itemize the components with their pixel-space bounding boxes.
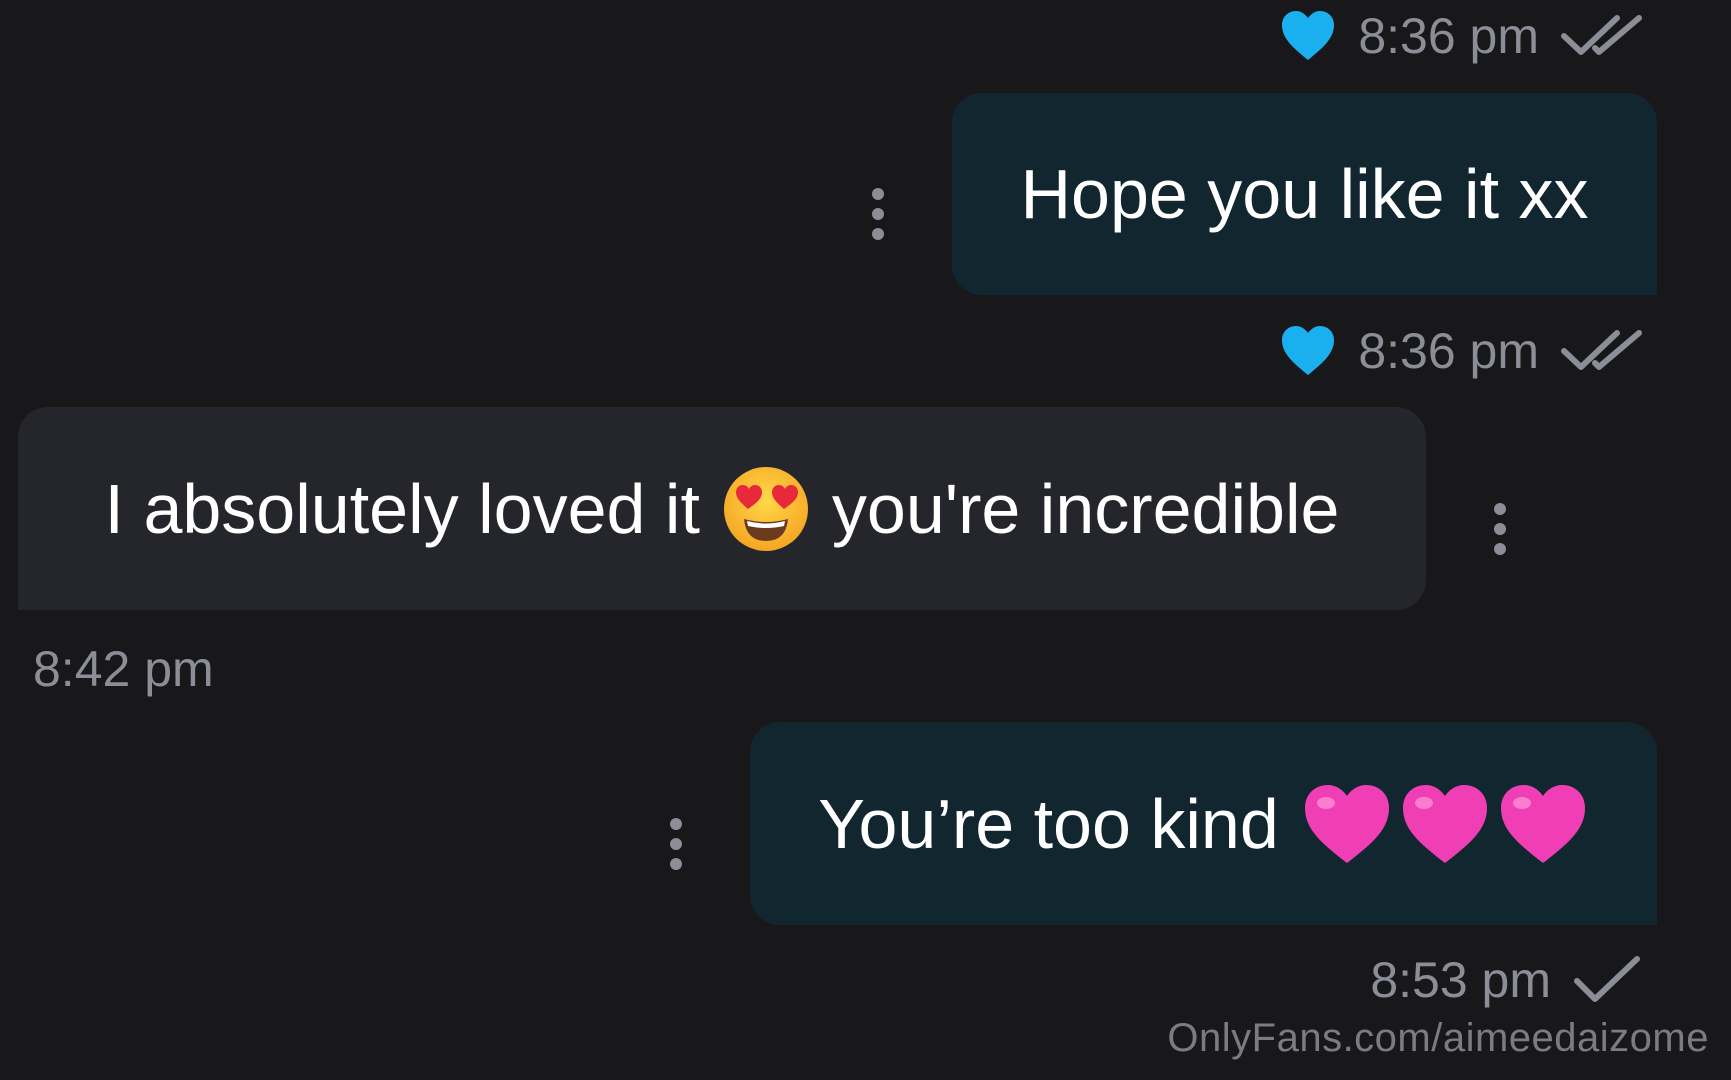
message-time: 8:36 pm bbox=[1358, 8, 1539, 64]
kebab-dot bbox=[670, 858, 682, 870]
watermark: OnlyFans.com/aimeedaizome bbox=[1167, 1016, 1709, 1060]
message-time: 8:53 pm bbox=[1370, 952, 1551, 1008]
outgoing-message-bubble[interactable]: Hope you like it xx bbox=[952, 93, 1657, 295]
kebab-dot bbox=[872, 188, 884, 200]
message-time: 8:42 pm bbox=[33, 641, 214, 697]
kebab-dot bbox=[670, 838, 682, 850]
kebab-dot bbox=[872, 228, 884, 240]
liked-heart-icon[interactable] bbox=[1280, 10, 1336, 62]
kebab-dot bbox=[1494, 503, 1506, 515]
kebab-dot bbox=[670, 818, 682, 830]
pink-heart-icon bbox=[1399, 781, 1491, 867]
double-check-icon bbox=[1561, 14, 1643, 58]
kebab-dot bbox=[1494, 543, 1506, 555]
heart-eyes-emoji-icon bbox=[722, 465, 810, 553]
outgoing-message-bubble[interactable]: You’re too kind bbox=[750, 722, 1657, 925]
single-check-icon bbox=[1573, 955, 1643, 1005]
chat-thread: 8:36 pm Hope you like it xx 8:36 pm I ab… bbox=[0, 0, 1731, 1080]
kebab-dot bbox=[872, 208, 884, 220]
message-text-before: I absolutely loved it bbox=[104, 469, 700, 548]
message-meta-top: 8:36 pm bbox=[1280, 10, 1643, 62]
message-meta: 8:53 pm bbox=[1370, 955, 1643, 1005]
message-options-button[interactable] bbox=[1493, 503, 1507, 555]
message-text-after: you're incredible bbox=[831, 469, 1340, 548]
pink-heart-icon bbox=[1497, 781, 1589, 867]
double-check-icon bbox=[1561, 329, 1643, 373]
message-text: Hope you like it xx bbox=[1020, 155, 1589, 233]
message-text: You’re too kind bbox=[818, 784, 1279, 863]
pink-heart-icon bbox=[1301, 781, 1393, 867]
kebab-dot bbox=[1494, 523, 1506, 535]
message-time: 8:36 pm bbox=[1358, 323, 1539, 379]
liked-heart-icon[interactable] bbox=[1280, 325, 1336, 377]
message-options-button[interactable] bbox=[871, 188, 885, 240]
message-meta: 8:36 pm bbox=[1280, 325, 1643, 377]
message-options-button[interactable] bbox=[669, 818, 683, 870]
incoming-message-bubble[interactable]: I absolutely loved it you're incredible bbox=[18, 407, 1426, 610]
